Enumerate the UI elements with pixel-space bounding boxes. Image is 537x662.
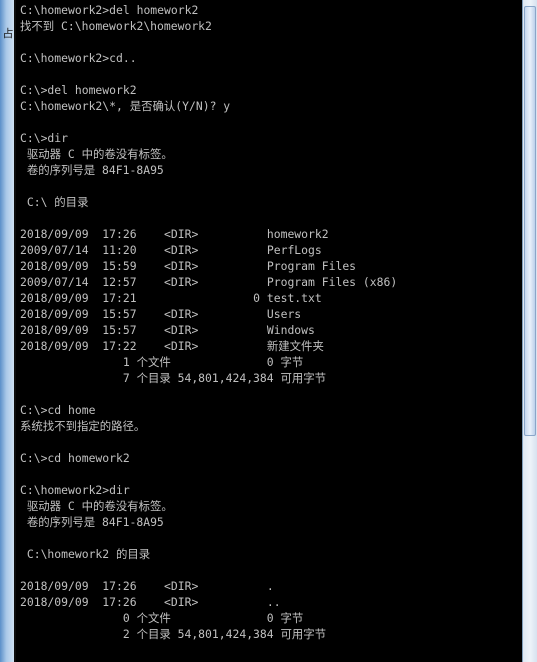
console-line: 1 个文件 0 字节 [20,355,304,369]
console-line: 2 个目录 54,801,424,384 可用字节 [20,627,327,641]
console-line: 2018/09/09 15:57 <DIR> Users [20,307,302,321]
left-edge-label: 占 [2,27,14,40]
console-line: 卷的序列号是 84F1-8A95 [20,515,164,529]
console-line: 驱动器 C 中的卷没有标签。 [20,147,173,161]
console-line: 0 个文件 0 字节 [20,611,304,625]
console-line: C:\>cd home [20,403,96,417]
vertical-scrollbar[interactable] [522,0,537,662]
console-line: C:\homework2>dir [20,483,130,497]
console-line: C:\>del homework2 [20,83,137,97]
console-line: C:\>cd homework2 [20,451,130,465]
console-line: C:\homework2>del homework2 [20,3,199,17]
console-line: 找不到 C:\homework2\homework2 [20,19,212,33]
console-line: 驱动器 C 中的卷没有标签。 [20,499,173,513]
window-left-edge: 占 [0,0,16,662]
console-line: C:\homework2>cd.. [20,51,137,65]
console-line: 2018/09/09 17:22 <DIR> 新建文件夹 [20,339,324,353]
console-line: 2018/09/09 15:57 <DIR> Windows [20,323,315,337]
console-line: 系统找不到指定的路径。 [20,419,146,433]
console-line: 2018/09/09 15:59 <DIR> Program Files [20,259,357,273]
console-line: 2018/09/09 17:26 <DIR> homework2 [20,227,329,241]
console-line: 2018/09/09 17:21 0 test.txt [20,291,322,305]
console-line: C:\>dir [20,131,69,145]
console-line: 7 个目录 54,801,424,384 可用字节 [20,371,327,385]
console-line: C:\ 的目录 [20,195,89,209]
console-line: 2009/07/14 12:57 <DIR> Program Files (x8… [20,275,398,289]
command-prompt-window: 占 C:\homework2>del homework2 找不到 C:\homew… [0,0,537,662]
console-output[interactable]: C:\homework2>del homework2 找不到 C:\homewor… [20,2,521,662]
console-line: 2018/09/09 17:26 <DIR> .. [20,595,281,609]
console-line: 卷的序列号是 84F1-8A95 [20,163,164,177]
console-line: C:\homework2\*, 是否确认(Y/N)? y [20,99,231,113]
console-line: 2018/09/09 17:26 <DIR> . [20,579,274,593]
console-line: 2009/07/14 11:20 <DIR> PerfLogs [20,243,322,257]
console-line: C:\homework2 的目录 [20,547,151,561]
scrollbar-thumb[interactable] [524,6,536,436]
